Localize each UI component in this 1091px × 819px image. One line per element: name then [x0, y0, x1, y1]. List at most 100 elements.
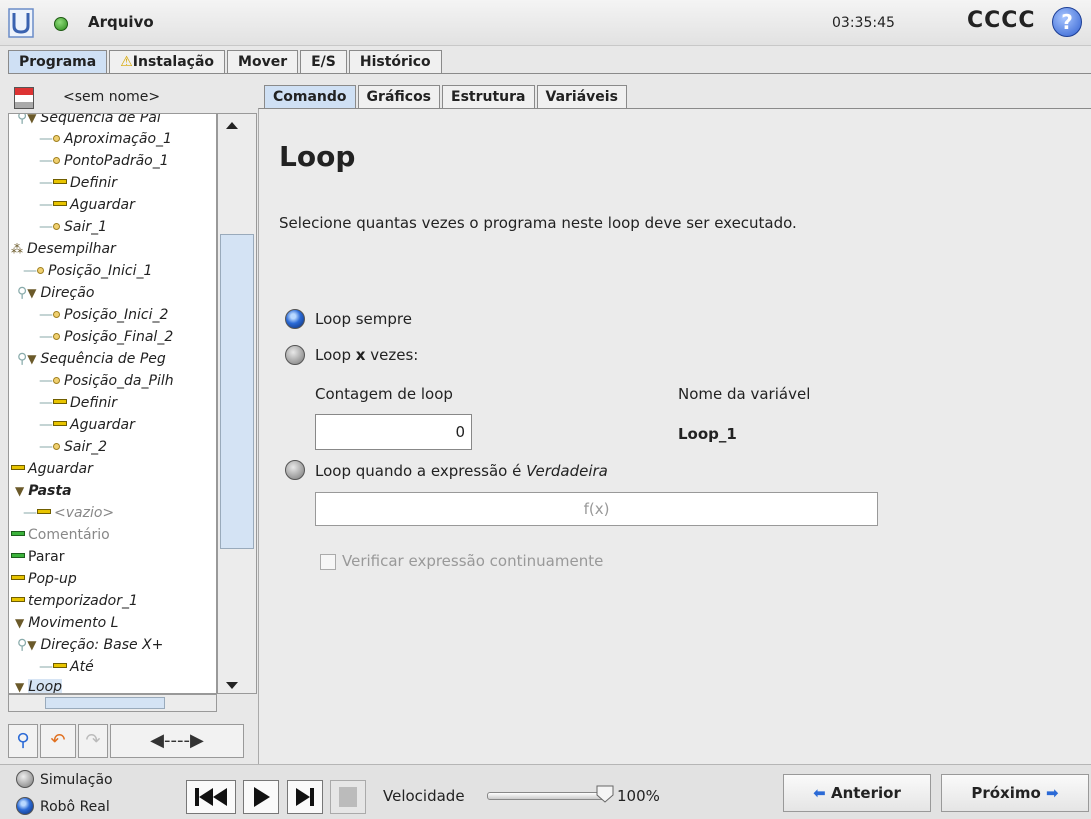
- tree-node-selected[interactable]: ▼ Loop: [15, 677, 63, 693]
- tree-node[interactable]: ⚲▼ Direção: [17, 283, 94, 304]
- tree-node[interactable]: — <vazio>: [23, 503, 114, 524]
- tree-node[interactable]: — Sair_2: [39, 437, 107, 458]
- tree-node[interactable]: — Aguardar: [39, 415, 135, 436]
- tab-label: Mover: [238, 54, 288, 70]
- scroll-down-icon[interactable]: [226, 682, 238, 689]
- tab-estrutura[interactable]: Estrutura: [442, 85, 535, 109]
- move-node-icon[interactable]: ◀----▶: [110, 724, 244, 758]
- scroll-thumb[interactable]: [220, 234, 254, 549]
- folder-triangle-icon: ▼: [27, 352, 37, 366]
- command-icon: [53, 201, 67, 206]
- folder-triangle-icon: ▼: [27, 286, 37, 300]
- tree-node[interactable]: temporizador_1: [11, 591, 138, 612]
- help-icon[interactable]: ?: [1052, 7, 1082, 37]
- tab-comando[interactable]: Comando: [264, 85, 356, 109]
- tree-node[interactable]: Parar: [11, 547, 64, 568]
- tree-horizontal-scrollbar[interactable]: [8, 694, 217, 712]
- tab-instalacao[interactable]: ⚠Instalação: [109, 50, 226, 74]
- waypoint-icon: [53, 377, 60, 384]
- variable-name-label: Nome da variável: [678, 385, 811, 403]
- main-tabs: Programa ⚠Instalação Mover E/S Histórico: [8, 50, 444, 74]
- tree-node[interactable]: ⚲▼ Sequência de Peg: [17, 349, 166, 370]
- warning-icon: ⚠: [120, 54, 133, 70]
- tree-node[interactable]: — Definir: [39, 393, 117, 414]
- folder-triangle-icon: ▼: [27, 638, 37, 652]
- undo-icon[interactable]: ↶: [40, 724, 76, 758]
- tree-node[interactable]: — Posição_Inici_1: [23, 261, 152, 282]
- command-icon: [37, 509, 51, 514]
- tab-label: Histórico: [359, 54, 431, 70]
- arrow-left-icon: ⬅: [813, 784, 826, 802]
- tree-node[interactable]: Pop-up: [11, 569, 77, 590]
- tab-variaveis[interactable]: Variáveis: [536, 85, 627, 109]
- scroll-up-icon[interactable]: [226, 122, 238, 129]
- robot-status-icon[interactable]: [54, 17, 68, 31]
- tab-label: E/S: [311, 54, 336, 70]
- scroll-thumb[interactable]: [45, 697, 165, 709]
- ur-logo-icon: [8, 8, 34, 38]
- real-robot-radio[interactable]: [16, 797, 34, 815]
- step-button[interactable]: [287, 780, 323, 814]
- file-menu[interactable]: Arquivo: [88, 13, 154, 31]
- tree-node[interactable]: Comentário: [11, 525, 110, 546]
- program-tree[interactable]: ⚲▼ Sequência de Pal — Aproximação_1 — Ponto…: [8, 113, 217, 694]
- speed-slider-track[interactable]: [487, 792, 609, 800]
- tree-node[interactable]: — Posição_da_Pilh: [39, 371, 174, 392]
- step-icon: [296, 788, 314, 806]
- tree-node[interactable]: — Posição_Inici_2: [39, 305, 168, 326]
- rewind-button[interactable]: [186, 780, 236, 814]
- expression-input[interactable]: f(x): [315, 492, 878, 526]
- variable-name-value: Loop_1: [678, 425, 737, 443]
- tree-node[interactable]: — Posição_Final_2: [39, 327, 173, 348]
- simulation-radio[interactable]: [16, 770, 34, 788]
- loop-count-label: Contagem de loop: [315, 385, 453, 403]
- tree-node[interactable]: ⚲▼ Direção: Base X+: [17, 635, 163, 656]
- tree-node[interactable]: ▼ Movimento L: [15, 613, 118, 634]
- speed-slider-handle[interactable]: [595, 784, 615, 804]
- loop-count-input[interactable]: 0: [315, 414, 472, 450]
- stop-icon: [11, 553, 25, 558]
- redo-icon[interactable]: ↷: [78, 724, 108, 758]
- loop-always-radio[interactable]: [285, 309, 305, 329]
- next-button[interactable]: Próximo ➡: [941, 774, 1089, 812]
- save-icon[interactable]: [14, 87, 34, 109]
- loop-times-radio[interactable]: [285, 345, 305, 365]
- loop-expression-radio[interactable]: [285, 460, 305, 480]
- tree-node[interactable]: Aguardar: [11, 459, 93, 480]
- tab-label: Programa: [19, 54, 97, 70]
- continuous-check-checkbox[interactable]: [320, 554, 336, 570]
- loop-times-x: x: [355, 346, 366, 364]
- play-button[interactable]: [243, 780, 279, 814]
- tab-historico[interactable]: Histórico: [348, 50, 442, 74]
- tab-programa[interactable]: Programa: [8, 50, 108, 74]
- tree-node[interactable]: — Aguardar: [39, 195, 135, 216]
- search-icon[interactable]: ⚲: [8, 724, 38, 758]
- tree-node[interactable]: — Definir: [39, 173, 117, 194]
- command-icon: [11, 575, 25, 580]
- tab-label: Estrutura: [451, 89, 526, 105]
- tree-node[interactable]: — PontoPadrão_1: [39, 151, 169, 172]
- waypoint-icon: [53, 135, 60, 142]
- folder-triangle-icon: ▼: [15, 484, 25, 498]
- tree-node[interactable]: — Aproximação_1: [39, 129, 172, 150]
- tree-node[interactable]: ⚲▼ Sequência de Pal: [17, 114, 161, 129]
- tree-node[interactable]: ⁂ Desempilhar: [11, 239, 116, 260]
- stop-button[interactable]: [330, 780, 366, 814]
- loop-always-label: Loop sempre: [315, 310, 412, 328]
- tab-es[interactable]: E/S: [300, 50, 347, 74]
- tree-vertical-scrollbar[interactable]: [217, 113, 257, 694]
- tree-toolbar: ⚲ ↶ ↷ ◀----▶: [8, 724, 244, 760]
- page-title: Loop: [279, 140, 356, 173]
- tree-node[interactable]: — Sair_1: [39, 217, 107, 238]
- tree-node[interactable]: ▼ Pasta: [15, 481, 72, 502]
- waypoint-icon: [53, 157, 60, 164]
- tab-mover[interactable]: Mover: [227, 50, 299, 74]
- command-icon: [53, 421, 67, 426]
- previous-button[interactable]: ⬅ Anterior: [783, 774, 931, 812]
- command-icon: [53, 399, 67, 404]
- tab-graficos[interactable]: Gráficos: [357, 85, 441, 109]
- tab-label: Comando: [273, 89, 347, 105]
- tree-node[interactable]: — Até: [39, 657, 94, 678]
- command-icon: [53, 179, 67, 184]
- command-tabs: Comando Gráficos Estrutura Variáveis: [264, 85, 629, 109]
